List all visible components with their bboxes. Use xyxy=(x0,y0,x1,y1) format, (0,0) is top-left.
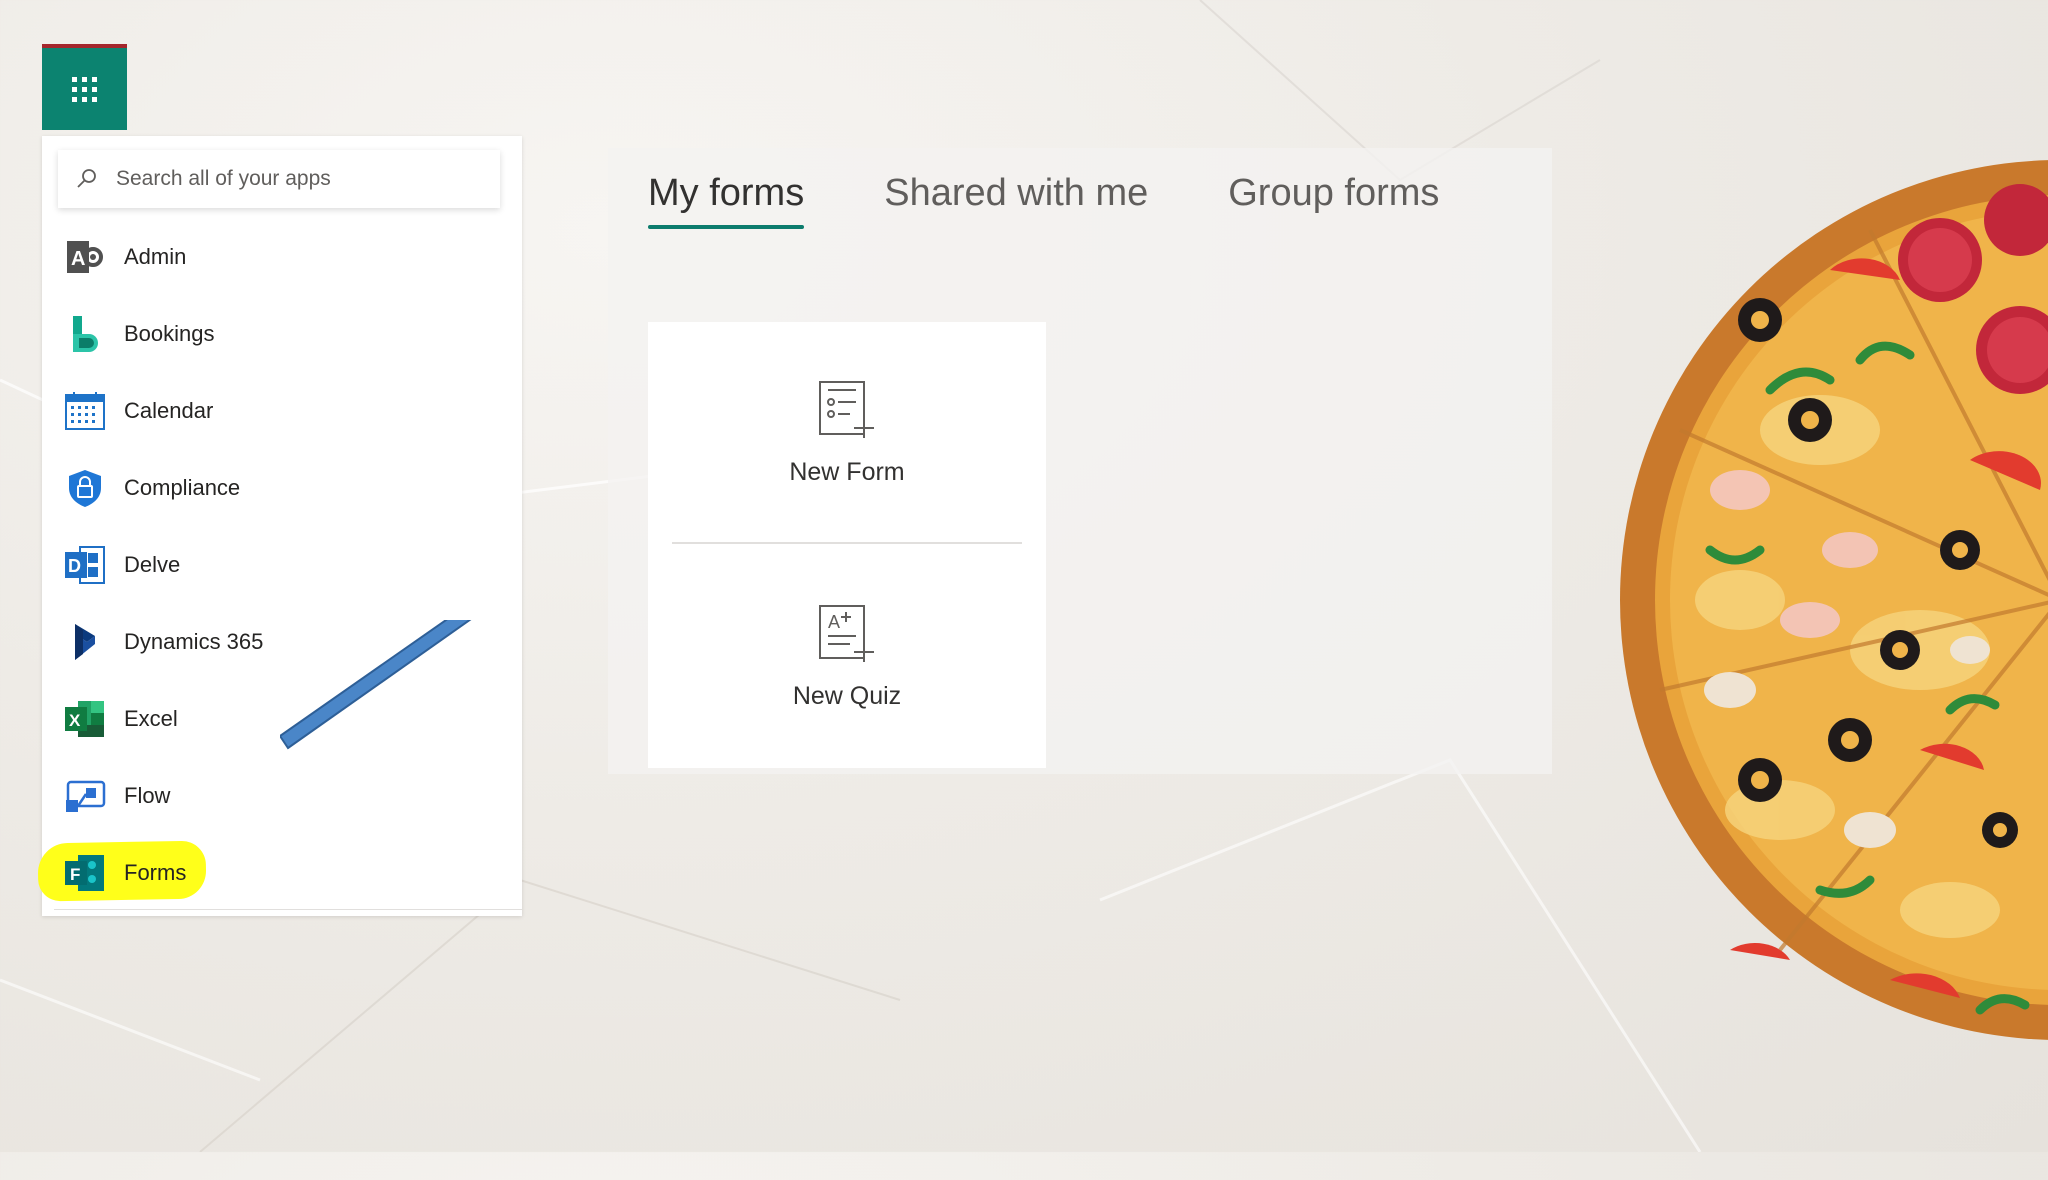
search-placeholder: Search all of your apps xyxy=(116,167,331,190)
annotation-arrow xyxy=(280,620,472,750)
new-form-label: New Form xyxy=(789,457,905,486)
new-quiz-label: New Quiz xyxy=(792,681,902,710)
tab-my-forms[interactable]: My forms xyxy=(648,172,805,229)
card-divider xyxy=(672,542,1022,544)
svg-text:D: D xyxy=(68,556,81,576)
app-item-delve[interactable]: D Delve xyxy=(42,526,522,603)
tab-group-forms[interactable]: Group forms xyxy=(1228,172,1439,229)
forms-tabs: My forms Shared with me Group forms xyxy=(648,172,1519,229)
app-search-box[interactable]: Search all of your apps xyxy=(58,150,500,208)
forms-icon: F xyxy=(63,851,107,895)
new-quiz-button[interactable]: A New Quiz xyxy=(648,546,1046,766)
forms-home-panel: My forms Shared with me Group forms New … xyxy=(608,148,1552,774)
app-item-label: Delve xyxy=(124,551,181,577)
app-item-label: Compliance xyxy=(124,474,241,500)
app-item-label: Excel xyxy=(124,705,178,731)
bookings-icon xyxy=(63,312,107,356)
svg-text:A: A xyxy=(828,612,840,632)
waffle-icon xyxy=(72,76,97,102)
app-launcher-button[interactable] xyxy=(42,44,127,130)
svg-text:X: X xyxy=(69,711,81,730)
app-item-bookings[interactable]: Bookings xyxy=(42,295,522,372)
app-item-compliance[interactable]: Compliance xyxy=(42,449,522,526)
calendar-icon xyxy=(63,389,107,433)
new-item-card: New Form A New Quiz xyxy=(648,322,1046,768)
flow-icon xyxy=(63,774,107,818)
delve-icon: D xyxy=(63,543,107,587)
compliance-icon xyxy=(63,466,107,510)
tab-shared-with-me[interactable]: Shared with me xyxy=(884,172,1148,229)
app-item-label: Calendar xyxy=(124,397,214,423)
app-item-label: Dynamics 365 xyxy=(124,628,264,654)
app-item-label: Forms xyxy=(124,859,187,885)
dynamics-365-icon xyxy=(63,620,107,664)
app-item-calendar[interactable]: Calendar xyxy=(42,372,522,449)
pizza-image xyxy=(1620,160,2048,1040)
admin-icon: A xyxy=(63,235,107,279)
app-item-label: Flow xyxy=(124,782,171,808)
app-item-label: Admin xyxy=(124,243,187,269)
search-icon xyxy=(77,169,96,188)
app-item-admin[interactable]: A Admin xyxy=(42,218,522,295)
svg-text:F: F xyxy=(70,865,80,884)
new-quiz-icon: A xyxy=(819,604,874,662)
new-form-button[interactable]: New Form xyxy=(648,322,1046,542)
app-item-label: Bookings xyxy=(124,320,215,346)
new-form-icon xyxy=(819,380,874,438)
excel-icon: X xyxy=(63,697,107,741)
